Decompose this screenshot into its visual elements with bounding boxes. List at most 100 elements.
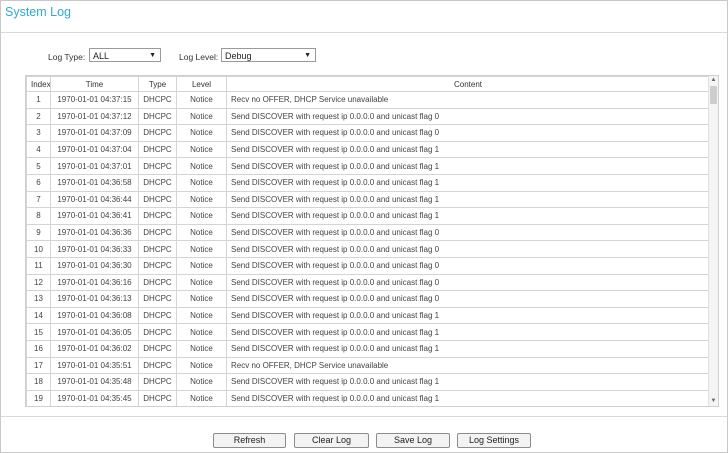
cell-time: 1970-01-01 04:36:36 <box>50 223 139 242</box>
cell-index: 17 <box>26 356 51 375</box>
cell-level: Notice <box>176 373 227 391</box>
cell-content: Send DISCOVER with request ip 0.0.0.0 an… <box>226 140 710 159</box>
cell-type: DHCPC <box>138 223 177 242</box>
log-level-label: Log Level: <box>179 52 219 62</box>
cell-level: Notice <box>176 107 227 126</box>
cell-level: Notice <box>176 157 227 175</box>
cell-level: Notice <box>176 273 227 292</box>
cell-level: Notice <box>176 323 227 341</box>
cell-level: Notice <box>176 190 227 209</box>
cell-time: 1970-01-01 04:37:04 <box>50 140 139 159</box>
cell-content: Send DISCOVER with request ip 0.0.0.0 an… <box>226 306 710 325</box>
cell-level: Notice <box>176 207 227 225</box>
cell-content: Send DISCOVER with request ip 0.0.0.0 an… <box>226 107 710 126</box>
table-row: 14 1970-01-01 04:36:08 DHCPC Notice Send DIS… <box>26 306 710 325</box>
column-header-content: Content <box>226 76 710 92</box>
scroll-up-arrow-icon[interactable]: ▲ <box>709 76 718 85</box>
log-table-container[interactable]: Index Time Type Level Content 1 1970-01-0… <box>25 75 719 407</box>
table-header-row: Index Time Type Level Content <box>26 76 710 92</box>
log-level-select[interactable]: Debug ▼ <box>221 48 316 62</box>
vertical-scrollbar[interactable]: ▲ ▼ <box>708 76 718 406</box>
log-table: Index Time Type Level Content 1 1970-01-0… <box>26 76 710 406</box>
cell-time: 1970-01-01 04:36:05 <box>50 323 139 341</box>
log-type-select[interactable]: ALL ▼ <box>89 48 161 62</box>
cell-time: 1970-01-01 04:37:12 <box>50 107 139 126</box>
cell-index: 16 <box>26 339 51 358</box>
cell-type: DHCPC <box>138 339 177 358</box>
table-row: 1 1970-01-01 04:37:15 DHCPC Notice Recv no O… <box>26 91 710 109</box>
cell-time: 1970-01-01 04:36:58 <box>50 173 139 192</box>
scrollbar-thumb[interactable] <box>710 86 717 104</box>
cell-type: DHCPC <box>138 173 177 192</box>
cell-content: Send DISCOVER with request ip 0.0.0.0 an… <box>226 190 710 209</box>
cell-type: DHCPC <box>138 256 177 275</box>
cell-index: 11 <box>26 256 51 275</box>
table-row: 18 1970-01-01 04:35:48 DHCPC Notice Send DIS… <box>26 373 710 391</box>
refresh-button[interactable]: Refresh <box>213 433 286 448</box>
table-row: 16 1970-01-01 04:36:02 DHCPC Notice Send DIS… <box>26 339 710 358</box>
cell-level: Notice <box>176 256 227 275</box>
log-level-value: Debug <box>225 51 252 61</box>
cell-level: Notice <box>176 290 227 308</box>
cell-index: 6 <box>26 173 51 192</box>
log-settings-button[interactable]: Log Settings <box>457 433 531 448</box>
cell-type: DHCPC <box>138 273 177 292</box>
page-title: System Log <box>5 5 72 19</box>
table-row: 11 1970-01-01 04:36:30 DHCPC Notice Send DIS… <box>26 256 710 275</box>
cell-content: Send DISCOVER with request ip 0.0.0.0 an… <box>226 173 710 192</box>
cell-content: Send DISCOVER with request ip 0.0.0.0 an… <box>226 273 710 292</box>
cell-content: Send DISCOVER with request ip 0.0.0.0 an… <box>226 373 710 391</box>
cell-time: 1970-01-01 04:36:44 <box>50 190 139 209</box>
cell-time: 1970-01-01 04:36:33 <box>50 240 139 258</box>
cell-type: DHCPC <box>138 373 177 391</box>
cell-index: 19 <box>26 389 51 406</box>
cell-index: 18 <box>26 373 51 391</box>
table-row: 12 1970-01-01 04:36:16 DHCPC Notice Send DIS… <box>26 273 710 292</box>
cell-index: 2 <box>26 107 51 126</box>
system-log-panel: System Log Log Type: ALL ▼ Log Level: De… <box>0 0 728 453</box>
cell-time: 1970-01-01 04:36:16 <box>50 273 139 292</box>
cell-content: Send DISCOVER with request ip 0.0.0.0 an… <box>226 157 710 175</box>
save-log-button[interactable]: Save Log <box>376 433 450 448</box>
table-row: 7 1970-01-01 04:36:44 DHCPC Notice Send DISC… <box>26 190 710 209</box>
cell-index: 13 <box>26 290 51 308</box>
chevron-down-icon: ▼ <box>149 52 156 59</box>
cell-level: Notice <box>176 140 227 159</box>
scroll-down-arrow-icon[interactable]: ▼ <box>709 397 718 406</box>
cell-level: Notice <box>176 173 227 192</box>
cell-type: DHCPC <box>138 389 177 406</box>
cell-level: Notice <box>176 91 227 109</box>
cell-level: Notice <box>176 356 227 375</box>
cell-content: Send DISCOVER with request ip 0.0.0.0 an… <box>226 240 710 258</box>
cell-level: Notice <box>176 306 227 325</box>
cell-level: Notice <box>176 124 227 142</box>
column-header-level: Level <box>176 76 227 92</box>
chevron-down-icon: ▼ <box>304 52 311 59</box>
cell-content: Send DISCOVER with request ip 0.0.0.0 an… <box>226 223 710 242</box>
cell-level: Notice <box>176 240 227 258</box>
table-row: 10 1970-01-01 04:36:33 DHCPC Notice Send DIS… <box>26 240 710 258</box>
clear-log-button[interactable]: Clear Log <box>294 433 369 448</box>
cell-content: Send DISCOVER with request ip 0.0.0.0 an… <box>226 124 710 142</box>
table-row: 19 1970-01-01 04:35:45 DHCPC Notice Send DIS… <box>26 389 710 406</box>
cell-index: 14 <box>26 306 51 325</box>
cell-index: 3 <box>26 124 51 142</box>
cell-time: 1970-01-01 04:35:51 <box>50 356 139 375</box>
column-header-type: Type <box>138 76 177 92</box>
table-row: 9 1970-01-01 04:36:36 DHCPC Notice Send DISC… <box>26 223 710 242</box>
cell-type: DHCPC <box>138 107 177 126</box>
table-row: 3 1970-01-01 04:37:09 DHCPC Notice Send DISC… <box>26 124 710 142</box>
cell-type: DHCPC <box>138 91 177 109</box>
table-row: 4 1970-01-01 04:37:04 DHCPC Notice Send DISC… <box>26 140 710 159</box>
cell-type: DHCPC <box>138 190 177 209</box>
cell-type: DHCPC <box>138 207 177 225</box>
cell-type: DHCPC <box>138 323 177 341</box>
log-table-body: 1 1970-01-01 04:37:15 DHCPC Notice Recv no O… <box>26 91 710 406</box>
cell-content: Send DISCOVER with request ip 0.0.0.0 an… <box>226 256 710 275</box>
cell-index: 8 <box>26 207 51 225</box>
cell-time: 1970-01-01 04:36:30 <box>50 256 139 275</box>
column-header-index: Index <box>26 76 51 92</box>
cell-time: 1970-01-01 04:37:01 <box>50 157 139 175</box>
cell-type: DHCPC <box>138 124 177 142</box>
cell-content: Send DISCOVER with request ip 0.0.0.0 an… <box>226 339 710 358</box>
